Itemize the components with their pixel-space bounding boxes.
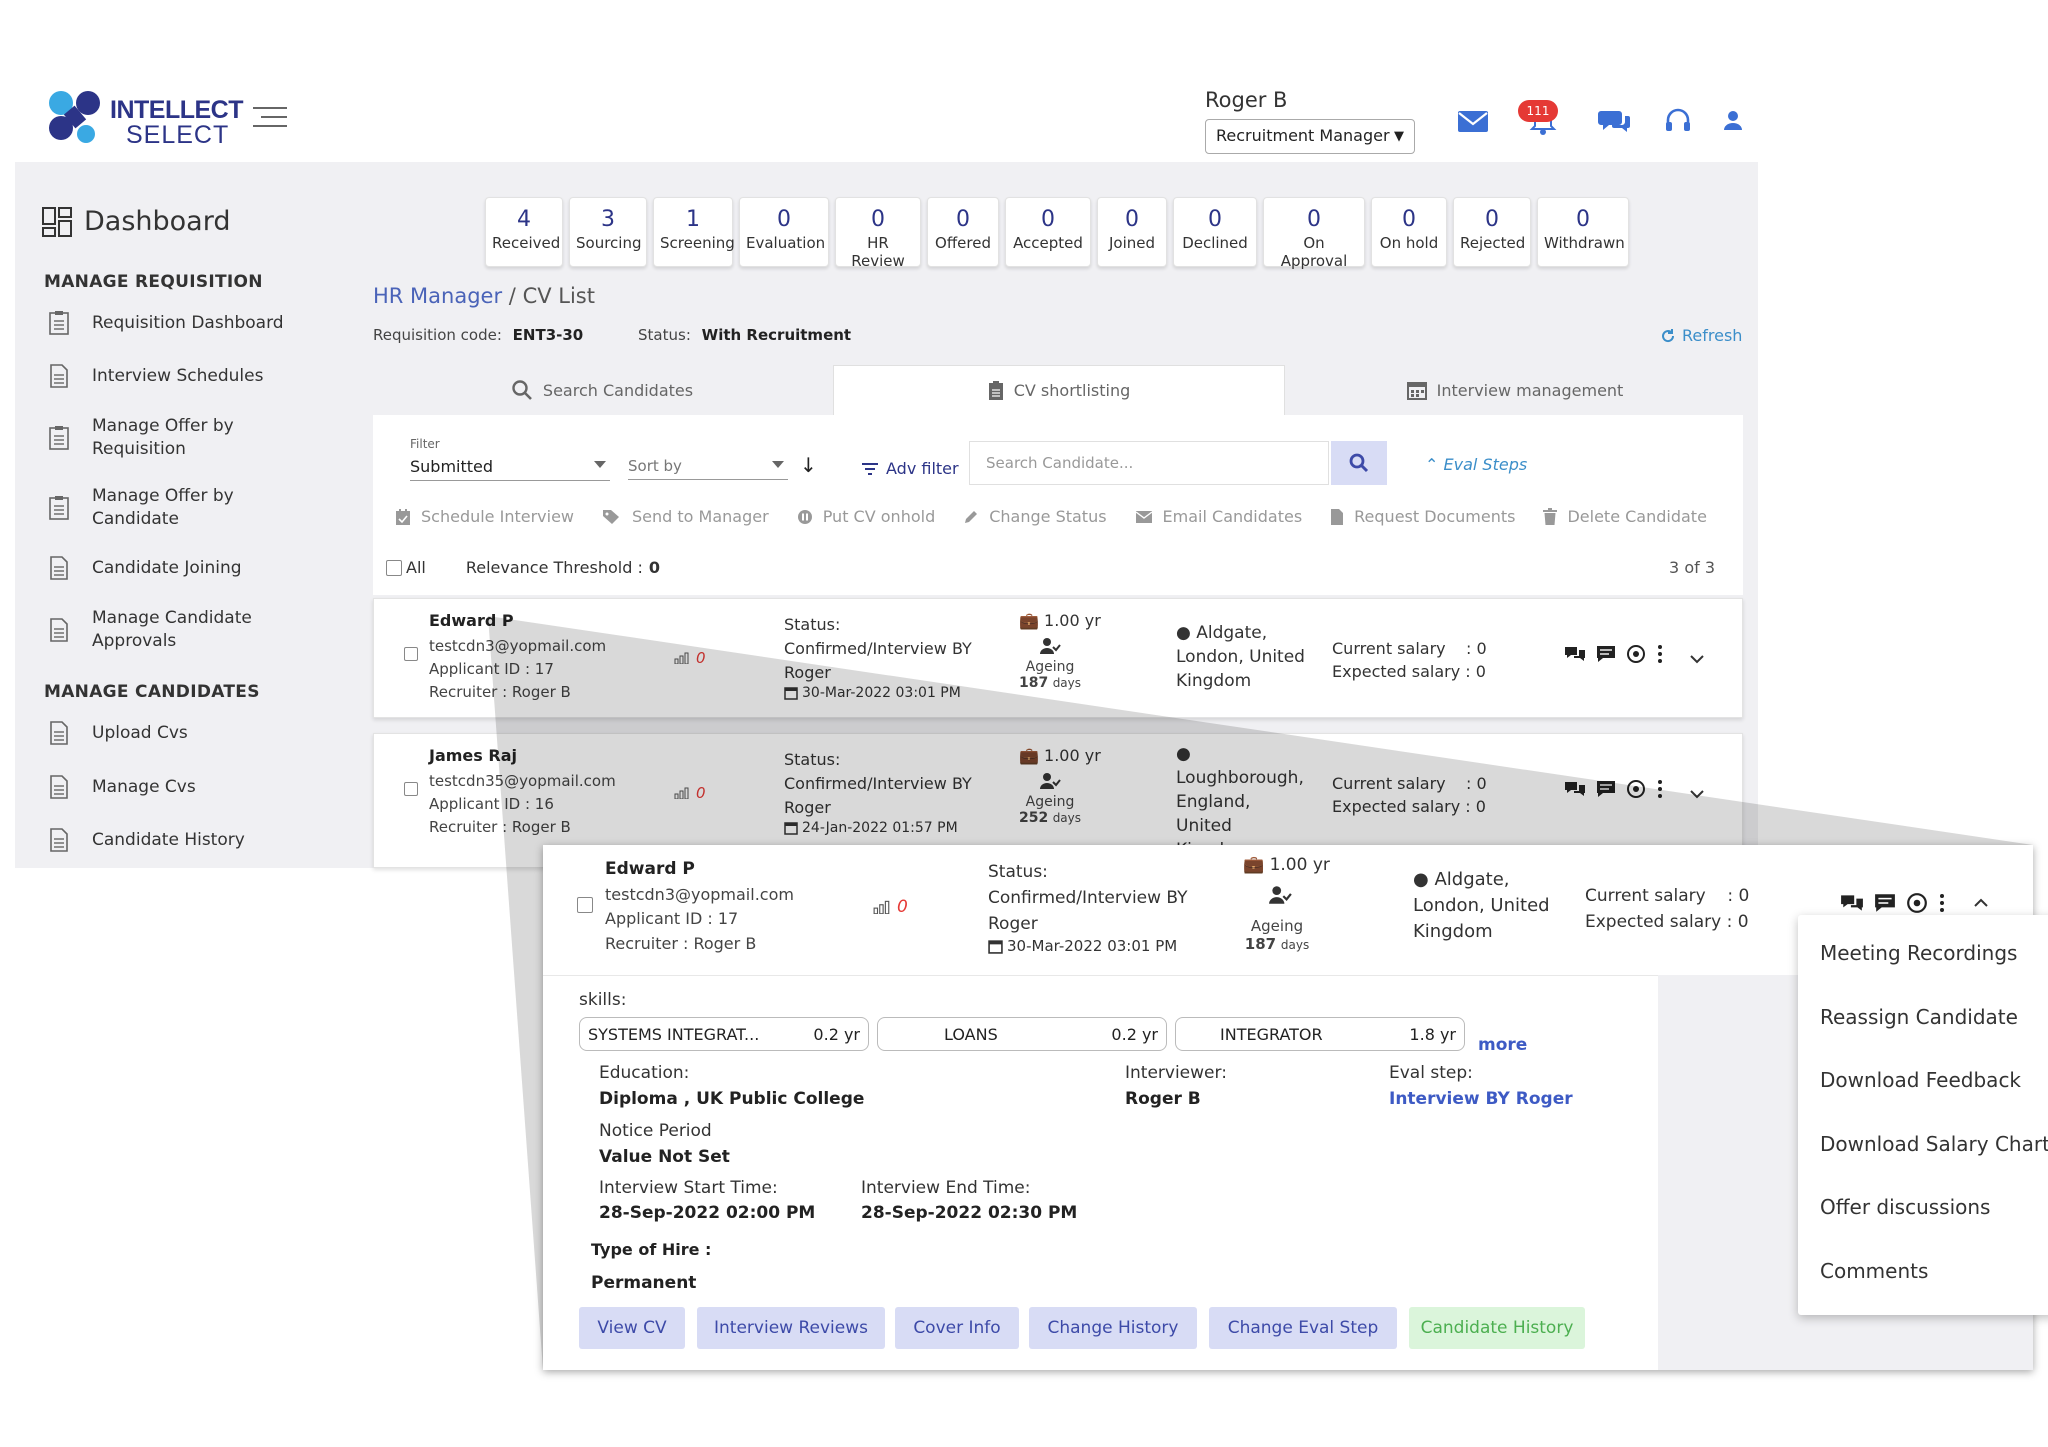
menu-item-offer-discussions[interactable]: Offer discussions — [1820, 1195, 1990, 1219]
skill-name: LOANS — [944, 1025, 998, 1044]
notice-period-value: Value Not Set — [599, 1147, 730, 1167]
change-history-button[interactable]: Change History — [1029, 1307, 1197, 1349]
skill-years: 1.8 yr — [1409, 1025, 1456, 1044]
calendar-icon — [988, 939, 1003, 954]
current-salary: Current salary : 0 — [1585, 886, 1750, 906]
signal-bars-icon — [873, 900, 890, 914]
comments-icon[interactable] — [1840, 893, 1864, 913]
education-value: Diploma , UK Public College — [599, 1089, 865, 1109]
type-of-hire-value: Permanent — [591, 1273, 697, 1293]
candidate-name[interactable]: Edward P — [605, 859, 695, 879]
candidate-checkbox[interactable] — [577, 897, 593, 913]
candidate-status: Status: Confirmed/Interview BY Roger — [988, 859, 1218, 937]
candidate-experience: 💼 1.00 yr — [1243, 855, 1330, 875]
candidate-recruiter: Recruiter : Roger B — [605, 934, 757, 953]
more-vertical-icon[interactable] — [1938, 892, 1946, 914]
candidate-actions — [1840, 892, 1990, 914]
interview-end-label: Interview End Time: — [861, 1178, 1031, 1198]
candidate-detail-expanded: arch eHike Edward P testcdn3@yopmail.com… — [543, 845, 2048, 1370]
cover-info-button[interactable]: Cover Info — [895, 1307, 1019, 1349]
interview-reviews-button[interactable]: Interview Reviews — [697, 1307, 885, 1349]
days-unit: days — [1280, 938, 1310, 952]
education-label: Education: — [599, 1063, 690, 1083]
eye-settings-icon[interactable] — [1906, 892, 1928, 914]
skill-chip: SYSTEMS INTEGRAT... 0.2 yr — [579, 1017, 869, 1051]
status-label: Status: — [988, 862, 1048, 882]
interviewer-label: Interviewer: — [1125, 1063, 1227, 1083]
interview-start-label: Interview Start Time: — [599, 1178, 778, 1198]
skill-years: 0.2 yr — [813, 1025, 860, 1044]
expected-salary: Expected salary : 0 — [1585, 912, 1749, 932]
briefcase-icon: 💼 — [1243, 855, 1265, 875]
interviewer-value: Roger B — [1125, 1089, 1201, 1109]
menu-item-reassign-candidate[interactable]: Reassign Candidate — [1820, 1005, 2018, 1029]
message-icon[interactable] — [1874, 893, 1896, 913]
status-value: Confirmed/Interview BY Roger — [988, 888, 1188, 934]
skill-years: 0.2 yr — [1111, 1025, 1158, 1044]
menu-item-download-feedback[interactable]: Download Feedback — [1820, 1068, 2021, 1092]
more-actions-menu: Meeting Recordings Reassign Candidate Do… — [1798, 915, 2048, 1315]
ageing-label: Ageing — [1250, 917, 1304, 935]
experience-value: 1.00 yr — [1269, 855, 1330, 875]
candidate-date: 30-Mar-2022 03:01 PM — [988, 937, 1177, 955]
more-skills-link[interactable]: more — [1478, 1035, 1527, 1055]
candidate-rank: 0 — [873, 897, 908, 917]
skill-name: INTEGRATOR — [1220, 1025, 1323, 1044]
date-value: 30-Mar-2022 03:01 PM — [1007, 937, 1178, 955]
eval-step-link[interactable]: Interview BY Roger — [1389, 1089, 1573, 1109]
change-eval-step-button[interactable]: Change Eval Step — [1209, 1307, 1397, 1349]
candidate-location: ● Aldgate, London, United Kingdom — [1413, 867, 1563, 945]
skill-name: SYSTEMS INTEGRAT... — [588, 1025, 760, 1044]
interview-end-value: 28-Sep-2022 02:30 PM — [861, 1203, 1078, 1223]
detail-divider — [543, 975, 1658, 976]
eval-step-label: Eval step: — [1389, 1063, 1473, 1083]
candidate-salary: Current salary : 0 Expected salary : 0 — [1585, 883, 1749, 935]
user-clock-icon — [1269, 886, 1292, 904]
skill-chip: INTEGRATOR 1.8 yr — [1175, 1017, 1465, 1051]
menu-item-comments[interactable]: Comments — [1820, 1259, 1928, 1283]
candidate-ageing: Ageing 187 days — [1243, 917, 1311, 953]
type-of-hire-label: Type of Hire : — [591, 1240, 712, 1259]
notice-period-label: Notice Period — [599, 1121, 712, 1141]
rank-value: 0 — [897, 897, 908, 917]
skill-chip: LOANS 0.2 yr — [877, 1017, 1167, 1051]
candidate-applicant-id: Applicant ID : 17 — [605, 909, 739, 928]
ageing-days: 187 — [1244, 935, 1277, 953]
view-cv-button[interactable]: View CV — [579, 1307, 685, 1349]
map-pin-icon: ● — [1413, 869, 1429, 890]
candidate-email: testcdn3@yopmail.com — [605, 885, 794, 904]
menu-item-meeting-recordings[interactable]: Meeting Recordings — [1820, 941, 2017, 965]
location-value: Aldgate, London, United Kingdom — [1413, 869, 1550, 942]
skills-label: skills: — [579, 990, 627, 1010]
candidate-history-button[interactable]: Candidate History — [1409, 1307, 1585, 1349]
interview-start-value: 28-Sep-2022 02:00 PM — [599, 1203, 816, 1223]
chevron-up-icon[interactable] — [1972, 897, 1990, 909]
menu-item-download-salary-chart[interactable]: Download Salary Chart — [1820, 1132, 2048, 1156]
